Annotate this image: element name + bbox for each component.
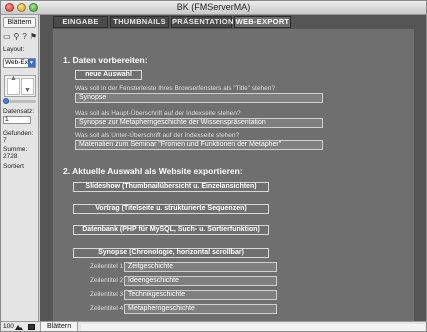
horizontal-scrollbar[interactable] xyxy=(81,324,425,331)
status-toggle-icon[interactable] xyxy=(28,324,35,330)
layout-content: EINGABE THUMBNAILS PRÄSENTATION WEB-EXPO… xyxy=(40,15,426,321)
chevron-down-icon: ▼ xyxy=(28,59,35,67)
sort-status: Sortiert xyxy=(3,163,24,170)
section-export-heading: 2. Aktuelle Auswahl als Website exportie… xyxy=(63,166,243,176)
export-vortrag-button[interactable]: Vortrag (Titelseite u. strukturierte Seq… xyxy=(73,204,269,214)
export-synopse-button[interactable]: Synopse (Chronologie, horizontal scrollb… xyxy=(73,248,269,258)
status-area: Blättern ▭ ⚲ ? ⚑ Layout: Web-Exp ▼ ▲ ▼ D… xyxy=(1,15,39,321)
arrow-down-icon: ▼ xyxy=(24,87,31,94)
title-bar[interactable]: BK (FMServerMA) xyxy=(1,1,426,15)
sub-heading-field[interactable]: Materialien zum Seminar "Fromen und Funk… xyxy=(75,140,323,150)
row-title-field-4[interactable]: Metapherngeschichte xyxy=(124,304,277,314)
total-count: 2728 xyxy=(3,153,18,160)
zoom-level[interactable]: 100 xyxy=(3,323,14,330)
arrow-up-icon: ▲ xyxy=(10,75,17,82)
record-book-icon[interactable]: ▲ ▼ xyxy=(4,75,36,97)
record-number-input[interactable]: 1 xyxy=(3,116,31,124)
mode-indicator[interactable]: Blättern xyxy=(40,322,79,331)
row-title-label-2: Zeilentitel 2 xyxy=(90,277,124,284)
row-title-label-1: Zeilentitel 1 xyxy=(90,263,124,270)
app-window: BK (FMServerMA) Blättern ▭ ⚲ ? ⚑ Layout:… xyxy=(0,0,427,332)
export-datenbank-button[interactable]: Datenbank (PHP für MySQL, Such- u. Sorti… xyxy=(73,225,269,235)
export-slideshow-button[interactable]: Slideshow (Thumbnailübersicht u. Einzela… xyxy=(73,182,269,192)
section-prepare-heading: 1. Daten vorbereiten: xyxy=(63,55,148,65)
total-label: Summe: xyxy=(3,146,28,153)
title-question: Was soll in der Fensterleiste Ihres Brow… xyxy=(75,85,275,92)
tab-praesentation[interactable]: PRÄSENTATION xyxy=(171,16,233,28)
record-slider-thumb[interactable] xyxy=(3,98,9,104)
title-field[interactable]: Synopse xyxy=(75,93,323,103)
status-bar: 100 Blättern xyxy=(1,321,426,331)
window-title: BK (FMServerMA) xyxy=(176,2,251,12)
sub-heading-question: Was soll als Unter-Überschrift auf der I… xyxy=(75,132,240,139)
tab-bar: EINGABE THUMBNAILS PRÄSENTATION WEB-EXPO… xyxy=(53,16,293,28)
find-icon[interactable]: ⚲ xyxy=(14,32,20,42)
mode-button[interactable]: Blättern xyxy=(3,17,36,28)
row-title-field-3[interactable]: Technikgeschichte xyxy=(124,290,277,300)
help-icon[interactable]: ? xyxy=(22,32,26,42)
zoom-mountain-icon[interactable] xyxy=(15,324,23,330)
tab-eingabe[interactable]: EINGABE xyxy=(53,16,108,28)
found-count: 7 xyxy=(3,137,7,144)
main-heading-field[interactable]: Synopse zur Metapherngeschichte der Wiss… xyxy=(75,118,323,128)
main-heading-question: Was soll als Haupt-Überschrift auf der I… xyxy=(75,110,241,117)
found-label: Gefunden: xyxy=(3,130,34,137)
flag-icon[interactable]: ⚑ xyxy=(30,32,37,42)
row-title-field-1[interactable]: Zeitgeschichte xyxy=(124,262,277,272)
row-title-label-3: Zeilentitel 3 xyxy=(90,291,124,298)
record-label: Datensatz: xyxy=(3,108,35,115)
toolbar-icons: ▭ ⚲ ? ⚑ xyxy=(3,32,37,42)
new-selection-button[interactable]: neue Auswahl xyxy=(75,70,142,80)
layout-select[interactable]: Web-Exp ▼ xyxy=(3,58,36,68)
tab-thumbnails[interactable]: THUMBNAILS xyxy=(110,16,169,28)
layout-label: Layout: xyxy=(3,46,25,53)
tab-web-export[interactable]: WEB-EXPORT xyxy=(234,16,291,28)
web-export-panel: 1. Daten vorbereiten: neue Auswahl Was s… xyxy=(52,29,414,321)
record-icon[interactable]: ▭ xyxy=(3,32,11,42)
row-title-label-4: Zeilentitel 4 xyxy=(90,305,124,312)
row-title-field-2[interactable]: Ideengeschichte xyxy=(124,276,277,286)
